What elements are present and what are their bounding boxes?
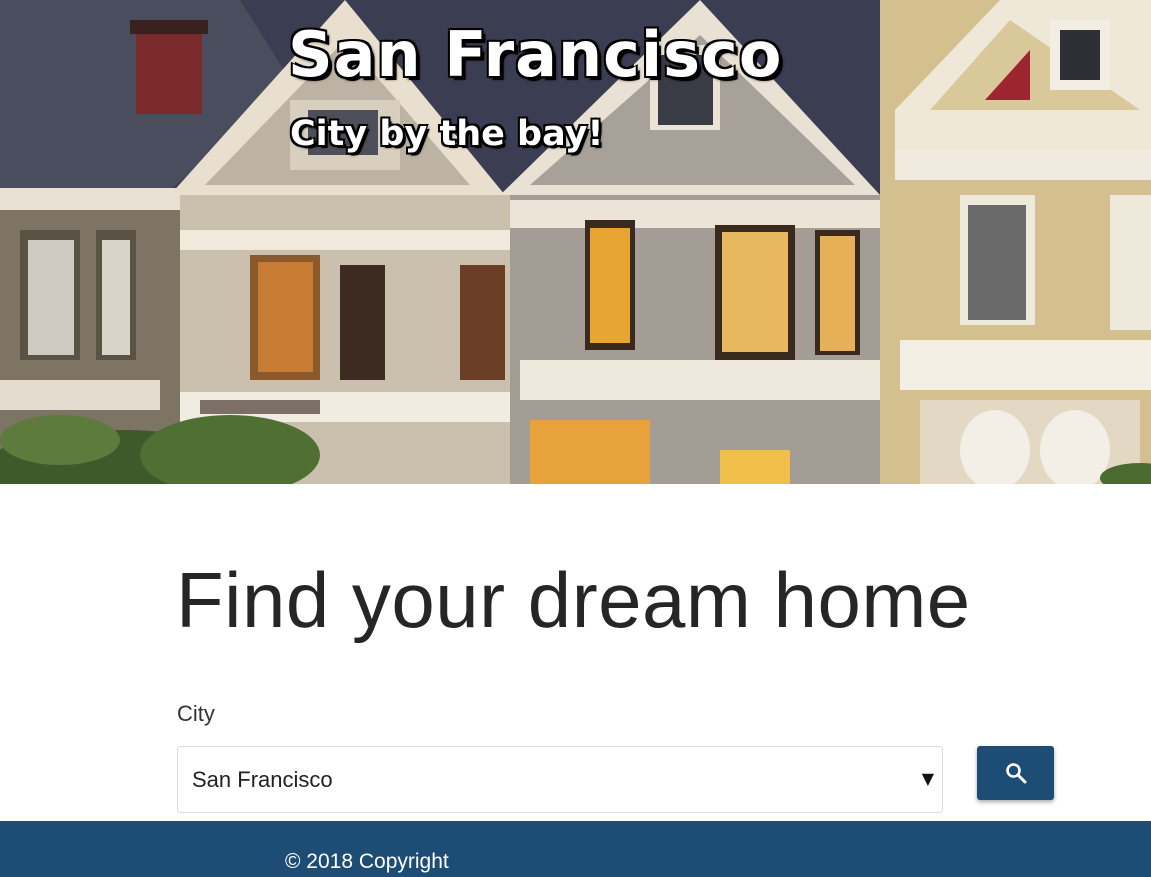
search-icon	[1005, 763, 1026, 784]
footer-copyright: © 2018 Copyright	[285, 850, 449, 873]
hero-subtitle: City by the bay!	[290, 114, 604, 154]
hero-banner: San Francisco City by the bay!	[0, 0, 1151, 484]
page-heading: Find your dream home	[176, 556, 971, 644]
city-label: City	[177, 701, 215, 726]
hero-title: San Francisco	[288, 18, 783, 91]
city-select-value: San Francisco	[192, 767, 333, 792]
chevron-down-icon: ▼	[921, 769, 934, 788]
city-select[interactable]: San Francisco ▼	[177, 746, 943, 813]
page: San Francisco City by the bay! Find your…	[0, 0, 1151, 877]
footer: © 2018 Copyright	[0, 821, 1151, 877]
search-button[interactable]	[977, 746, 1054, 800]
